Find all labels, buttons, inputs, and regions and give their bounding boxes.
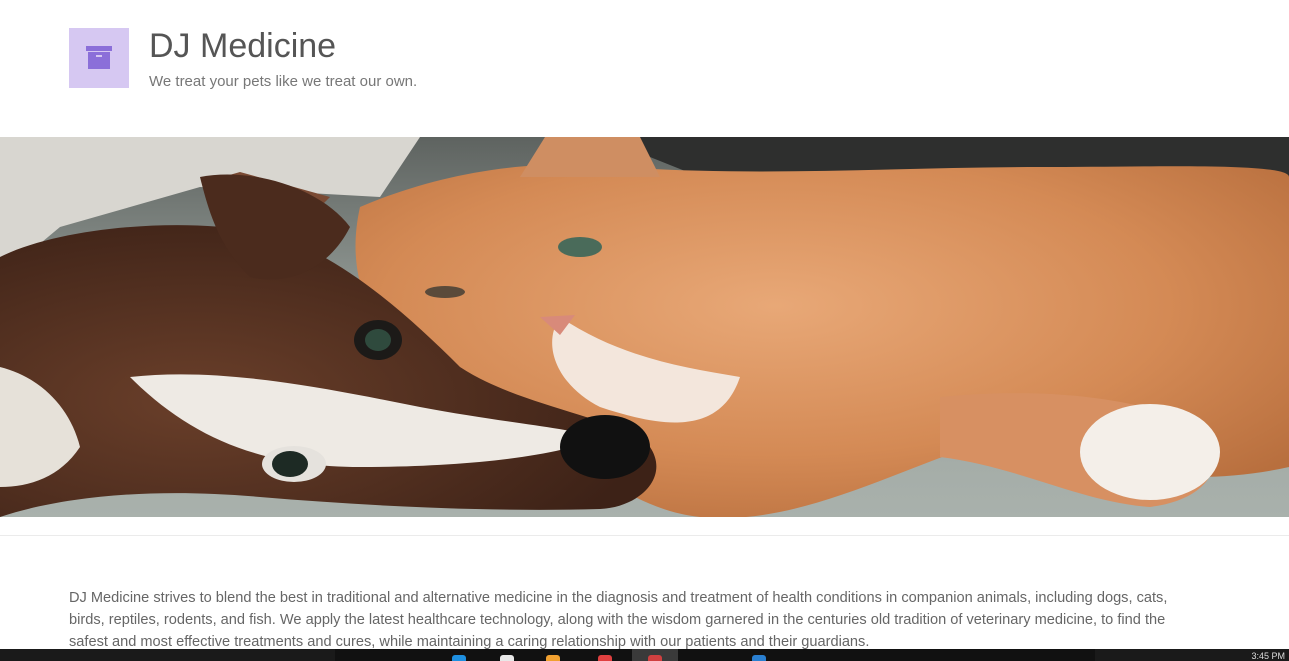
dog-and-cat-photo [0, 137, 1289, 517]
edge-icon[interactable] [452, 655, 466, 661]
site-title[interactable]: DJ Medicine [149, 27, 336, 66]
store-icon[interactable] [752, 655, 766, 661]
file-explorer-icon[interactable] [546, 655, 560, 661]
site-logo[interactable] [69, 28, 129, 88]
taskbar-clock[interactable]: 3:45 PM [1251, 651, 1285, 661]
section-divider [0, 535, 1289, 536]
app-icon[interactable] [598, 655, 612, 661]
hero-image [0, 137, 1289, 517]
taskbar-app-area [335, 649, 1095, 661]
intro-paragraph: DJ Medicine strives to blend the best in… [69, 590, 1168, 650]
app-icon [648, 655, 662, 661]
archive-box-icon [86, 46, 112, 69]
site-header: DJ Medicine We treat your pets like we t… [0, 0, 1289, 137]
site-tagline: We treat your pets like we treat our own… [149, 73, 418, 90]
chrome-icon[interactable] [500, 655, 514, 661]
os-taskbar: 3:45 PM [0, 649, 1289, 661]
taskbar-active-app[interactable] [632, 649, 678, 661]
